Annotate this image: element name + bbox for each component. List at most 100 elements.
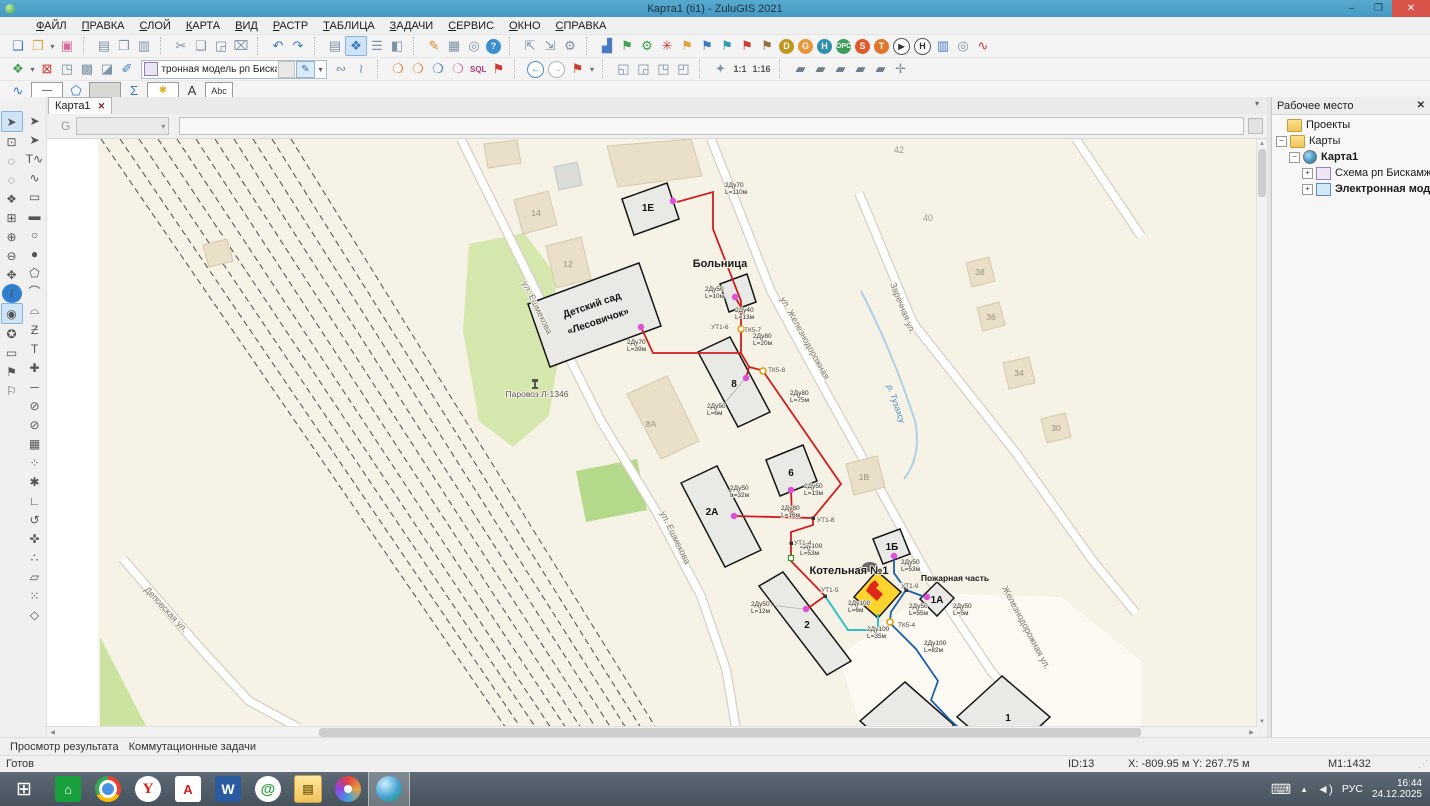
- delete-node-icon[interactable]: ⊘: [25, 396, 45, 415]
- draw-rect-icon[interactable]: ▭: [25, 187, 45, 206]
- edit-objects-icon[interactable]: ✎: [424, 37, 444, 55]
- remove-layer-icon[interactable]: ⊠: [37, 60, 57, 78]
- hatch-dots-icon[interactable]: ⁘: [25, 453, 45, 472]
- menu-tasks[interactable]: ЗАДАЧИ: [390, 20, 434, 32]
- bookmark-icon[interactable]: ⚑: [567, 60, 587, 78]
- zoom-layer-icon[interactable]: ◲: [633, 60, 653, 78]
- section-teal-icon[interactable]: ⚑: [717, 37, 737, 55]
- mailru-icon[interactable]: @: [248, 772, 288, 806]
- new-window-icon[interactable]: ◧: [387, 37, 407, 55]
- find-layer-icon[interactable]: ❍: [428, 60, 448, 78]
- grid-window-icon[interactable]: ⊞: [2, 208, 22, 227]
- print-icon[interactable]: ▤: [94, 37, 114, 55]
- dock-tab-result-view[interactable]: Просмотр результата: [10, 741, 119, 753]
- horizontal-scroll-thumb[interactable]: [319, 728, 1141, 737]
- draw-polygon-icon[interactable]: ⬠: [25, 263, 45, 282]
- lasso-select-icon[interactable]: ◌: [2, 151, 22, 170]
- menu-view[interactable]: ВИД: [235, 20, 258, 32]
- t-task-icon[interactable]: T: [874, 39, 889, 54]
- restore-button[interactable]: ❐: [1365, 0, 1392, 17]
- touch-keyboard-icon[interactable]: ⌨: [1271, 781, 1291, 798]
- find-network-icon[interactable]: ❍: [448, 60, 468, 78]
- zoom-extent-icon[interactable]: ◱: [613, 60, 633, 78]
- help-icon[interactable]: ?: [486, 39, 501, 54]
- menu-raster[interactable]: РАСТР: [273, 20, 308, 32]
- menu-help[interactable]: СПРАВКА: [556, 20, 607, 32]
- select-symbol-icon[interactable]: ✱: [25, 472, 45, 491]
- tree-item-karta1[interactable]: −Карта1: [1272, 149, 1430, 165]
- hatch-icon[interactable]: ▦: [25, 434, 45, 453]
- word-icon[interactable]: W: [208, 772, 248, 806]
- start-button[interactable]: ⊞: [0, 772, 48, 806]
- polygon-gray-icon[interactable]: ▱: [25, 567, 45, 586]
- s-task-icon[interactable]: S: [855, 39, 870, 54]
- zoom-out-icon[interactable]: ⊖: [2, 246, 22, 265]
- tab-karta1[interactable]: Карта1 ✕: [48, 97, 112, 114]
- open-icon[interactable]: ❐: [28, 37, 48, 55]
- sql-query-icon[interactable]: SQL: [468, 65, 488, 74]
- tree-expander-icon[interactable]: −: [1276, 136, 1287, 147]
- tree-expander-icon[interactable]: +: [1302, 184, 1313, 195]
- start-calc-icon[interactable]: ▶: [893, 38, 910, 55]
- table-edit-icon[interactable]: ▦: [444, 37, 464, 55]
- state-flags-icon[interactable]: ⚑: [617, 37, 637, 55]
- piezo-graph-icon[interactable]: ∿: [973, 37, 993, 55]
- language-indicator[interactable]: РУС: [1342, 783, 1363, 795]
- menu-window[interactable]: ОКНО: [509, 20, 540, 32]
- copy-icon[interactable]: ❑: [191, 37, 211, 55]
- section-brown-icon[interactable]: ⚑: [757, 37, 777, 55]
- address-input[interactable]: [179, 117, 1244, 135]
- find-db-icon[interactable]: ❍: [408, 60, 428, 78]
- draw-filled-circle-icon[interactable]: ●: [25, 244, 45, 263]
- layer-table-icon[interactable]: ▩: [77, 60, 97, 78]
- layer-settings-icon[interactable]: ◳: [57, 60, 77, 78]
- legend-panel-icon[interactable]: ☰: [367, 37, 387, 55]
- draw-chord-icon[interactable]: ⌓: [25, 301, 45, 320]
- overlay-intersect-icon[interactable]: ▰: [810, 60, 830, 78]
- draw-text-icon[interactable]: T: [25, 339, 45, 358]
- move-icon[interactable]: ✜: [25, 529, 45, 548]
- new-map-icon[interactable]: ❏: [8, 37, 28, 55]
- layer-copy-icon[interactable]: ◪: [97, 60, 117, 78]
- valves-icon[interactable]: ⚙: [637, 37, 657, 55]
- table-search-icon[interactable]: ◎: [464, 37, 484, 55]
- rect-select-icon[interactable]: ⊡: [2, 132, 22, 151]
- layer-lock-button[interactable]: [278, 61, 295, 78]
- menu-table[interactable]: ТАБЛИЦА: [323, 20, 375, 32]
- draw-circle-icon[interactable]: ○: [25, 225, 45, 244]
- flag-gray-icon[interactable]: ⚐: [2, 381, 22, 400]
- pan-hand-icon[interactable]: ✥: [2, 265, 22, 284]
- delete-segment-icon[interactable]: ⊘: [25, 415, 45, 434]
- draw-line-icon[interactable]: ─: [25, 377, 45, 396]
- chrome-icon[interactable]: [88, 772, 128, 806]
- zoom-in-icon[interactable]: ⊕: [2, 227, 22, 246]
- add-layer-icon[interactable]: ❖: [8, 60, 28, 78]
- yandex-browser-icon[interactable]: Y: [128, 772, 168, 806]
- save-icon[interactable]: ▣: [57, 37, 77, 55]
- active-layer-combobox[interactable]: Электронная модель рп Бискамж» ✎ ▾: [141, 60, 327, 79]
- zulugis-taskbar-icon[interactable]: [368, 771, 410, 806]
- open-dropdown-icon[interactable]: ▾: [48, 37, 57, 55]
- tab-close-icon[interactable]: ✕: [98, 101, 106, 112]
- piezometer-icon[interactable]: H: [817, 39, 832, 54]
- scale-custom-icon[interactable]: 1:16: [749, 64, 773, 74]
- section-blue-icon[interactable]: ⚑: [697, 37, 717, 55]
- cut-icon[interactable]: ✂: [171, 37, 191, 55]
- workspace-close-icon[interactable]: ✕: [1417, 100, 1425, 111]
- edit-select-icon[interactable]: ➤: [25, 111, 45, 130]
- tab-list-button[interactable]: ▾: [1255, 99, 1259, 108]
- tree-item-electronic-model[interactable]: +Электронная модель: [1272, 181, 1430, 197]
- draw-filled-rect-icon[interactable]: ▬: [25, 206, 45, 225]
- vertical-scroll-thumb[interactable]: [1258, 149, 1266, 197]
- layers-panel-icon[interactable]: ❖: [345, 36, 367, 56]
- form-panel-icon[interactable]: ▤: [325, 37, 345, 55]
- clock[interactable]: 16:44 24.12.2025: [1372, 778, 1422, 800]
- file-explorer-icon[interactable]: ▤: [288, 772, 328, 806]
- scale-tag-icon[interactable]: ✦: [710, 60, 730, 78]
- overlay-clip-icon[interactable]: ▰: [850, 60, 870, 78]
- close-button[interactable]: ✕: [1392, 0, 1430, 17]
- info-icon[interactable]: i: [2, 284, 22, 303]
- export-raster-icon[interactable]: ▥: [134, 37, 154, 55]
- db-config-icon[interactable]: ⚙: [560, 37, 580, 55]
- angle-icon[interactable]: ∟: [25, 491, 45, 510]
